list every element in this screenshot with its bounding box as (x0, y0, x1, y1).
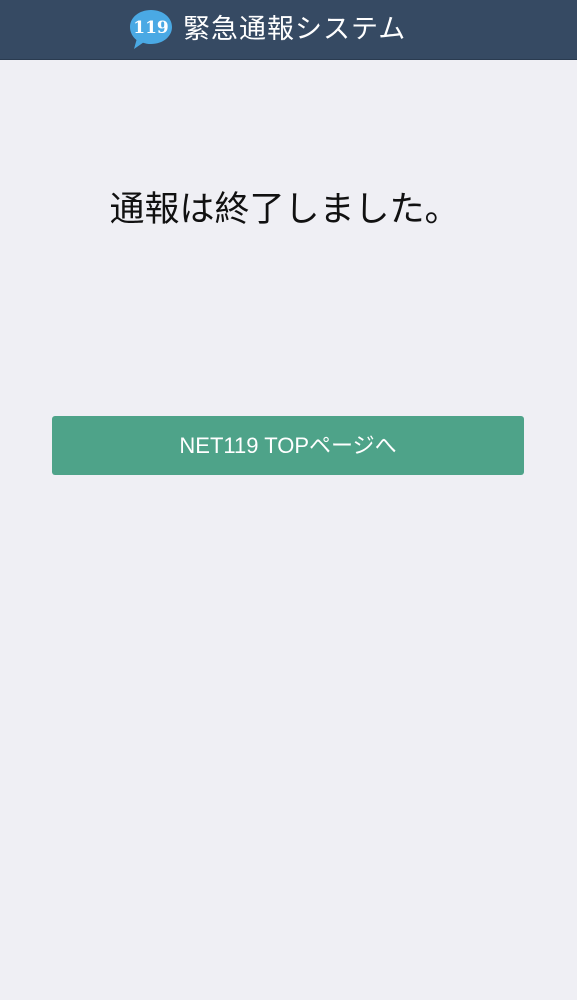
speech-bubble-icon: 119 (130, 10, 172, 49)
completion-message: 通報は終了しました。 (109, 190, 460, 230)
page-title: 緊急通報システム (183, 14, 407, 45)
net119-logo-icon: 119 (128, 8, 174, 52)
logo-text: 119 (133, 18, 169, 38)
net119-top-button[interactable]: NET119 TOPページへ (52, 416, 524, 475)
app-header: 119 緊急通報システム (0, 0, 577, 60)
